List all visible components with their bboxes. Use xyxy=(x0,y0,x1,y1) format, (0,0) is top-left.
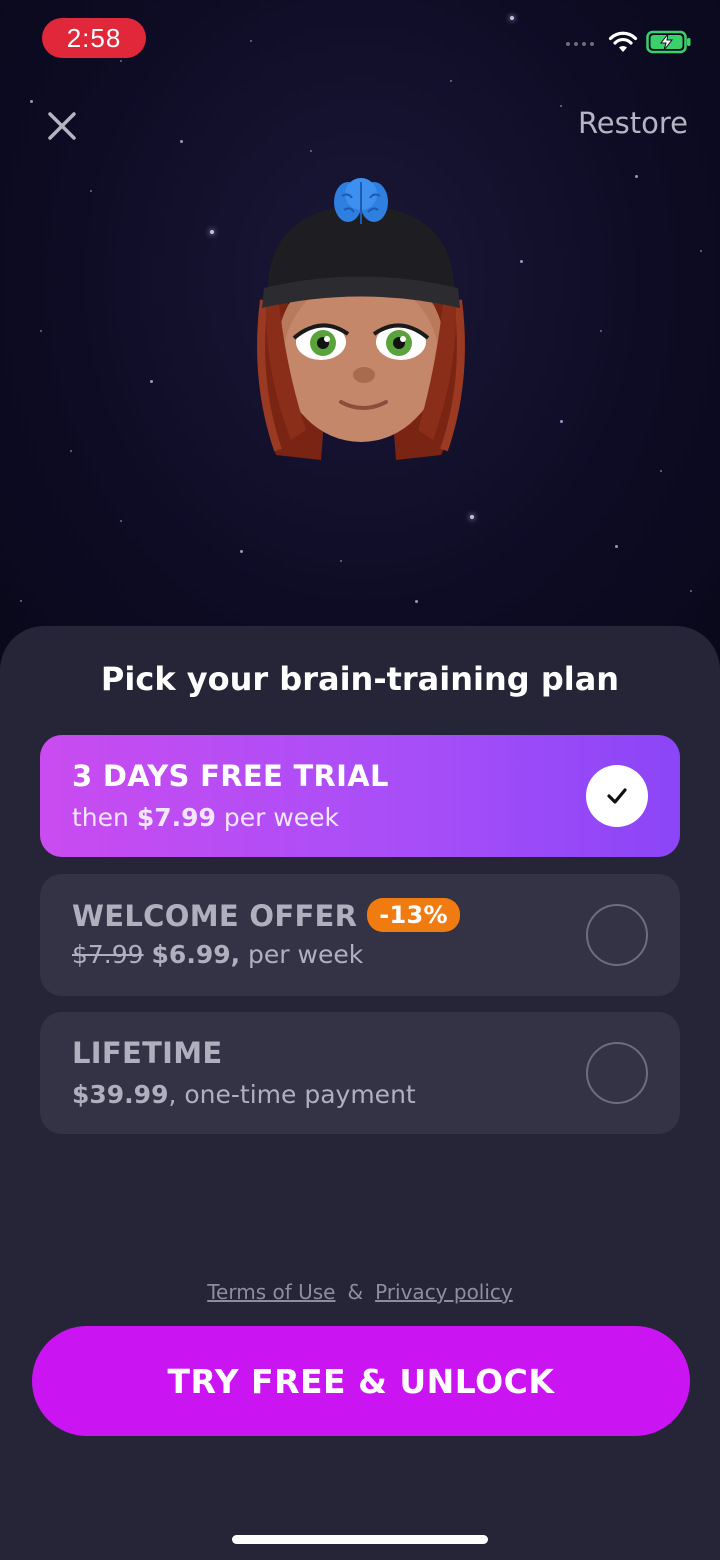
close-button[interactable] xyxy=(42,106,82,146)
plan-title: 3 DAYS FREE TRIAL xyxy=(72,759,389,793)
plan-price-line: $39.99, one-time payment xyxy=(72,1080,416,1109)
try-free-unlock-button[interactable]: TRY FREE & UNLOCK xyxy=(32,1326,690,1436)
plan-price: $39.99 xyxy=(72,1080,169,1109)
plan-price-suffix: per week xyxy=(240,940,364,969)
discount-badge: -13% xyxy=(367,898,460,932)
status-time: 2:58 xyxy=(42,18,146,58)
memoji-avatar-icon xyxy=(236,170,486,470)
battery-charging-icon xyxy=(646,30,692,58)
ampersand: & xyxy=(347,1280,364,1304)
plan-radio[interactable] xyxy=(586,1042,648,1104)
plan-lifetime[interactable]: LIFETIME $39.99, one-time payment xyxy=(40,1012,680,1134)
home-indicator xyxy=(232,1535,488,1544)
plan-radio-selected[interactable] xyxy=(586,765,648,827)
plan-radio[interactable] xyxy=(586,904,648,966)
status-icons xyxy=(566,30,692,58)
wifi-icon xyxy=(608,30,638,58)
plan-title-text: WELCOME OFFER xyxy=(72,899,358,933)
plan-price: $6.99, xyxy=(151,940,241,969)
plan-price-prefix: then xyxy=(72,803,137,832)
plan-price-suffix: , one-time payment xyxy=(168,1080,416,1109)
close-icon xyxy=(48,112,76,140)
plan-old-price: $7.99 xyxy=(72,940,144,969)
legal-links: Terms of Use & Privacy policy xyxy=(0,1280,720,1304)
checkmark-icon xyxy=(607,788,627,804)
plan-price-line: then $7.99 per week xyxy=(72,803,339,832)
plan-price: $7.99 xyxy=(136,803,216,832)
plan-free-trial[interactable]: 3 DAYS FREE TRIAL then $7.99 per week xyxy=(40,735,680,857)
terms-of-use-link[interactable]: Terms of Use xyxy=(207,1280,335,1304)
plan-welcome-offer[interactable]: WELCOME OFFER -13% $7.99 $6.99, per week xyxy=(40,874,680,996)
privacy-policy-link[interactable]: Privacy policy xyxy=(375,1280,513,1304)
plan-title: LIFETIME xyxy=(72,1036,223,1070)
plan-price-line: $7.99 $6.99, per week xyxy=(72,940,363,969)
cellular-signal-icon xyxy=(566,42,594,46)
plan-title: WELCOME OFFER -13% xyxy=(72,898,460,933)
restore-button[interactable]: Restore xyxy=(578,106,688,140)
plan-price-suffix: per week xyxy=(215,803,340,832)
page-title: Pick your brain-training plan xyxy=(100,660,620,698)
